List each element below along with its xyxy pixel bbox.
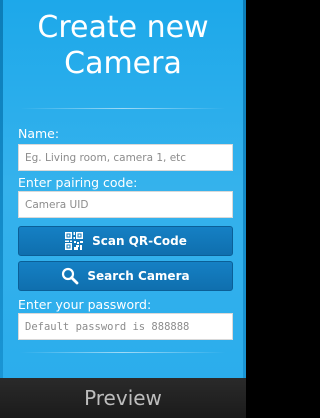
search-camera-button[interactable]: Search Camera [18, 261, 233, 291]
preview-label: Preview [84, 386, 162, 410]
page-title: Create new Camera [0, 10, 246, 82]
page-title-line-2: Camera [64, 46, 182, 81]
qr-code-icon [64, 231, 84, 251]
scan-qr-code-button[interactable]: Scan QR-Code [18, 226, 233, 256]
password-label: Enter your password: [18, 297, 152, 312]
preview-button[interactable]: Preview [0, 378, 246, 418]
name-label: Name: [18, 126, 60, 141]
pairing-code-input[interactable] [18, 191, 233, 218]
search-camera-label: Search Camera [87, 269, 190, 283]
form-divider [20, 352, 226, 353]
scan-qr-code-label: Scan QR-Code [92, 234, 187, 248]
password-input[interactable] [18, 313, 233, 340]
title-divider [20, 108, 226, 109]
magnifier-icon [61, 267, 79, 285]
name-input[interactable] [18, 144, 233, 171]
pairing-code-label: Enter pairing code: [18, 175, 138, 190]
page-title-line-1: Create new [37, 10, 209, 45]
create-camera-screen: Create new Camera Name: Enter pairing co… [0, 0, 246, 418]
